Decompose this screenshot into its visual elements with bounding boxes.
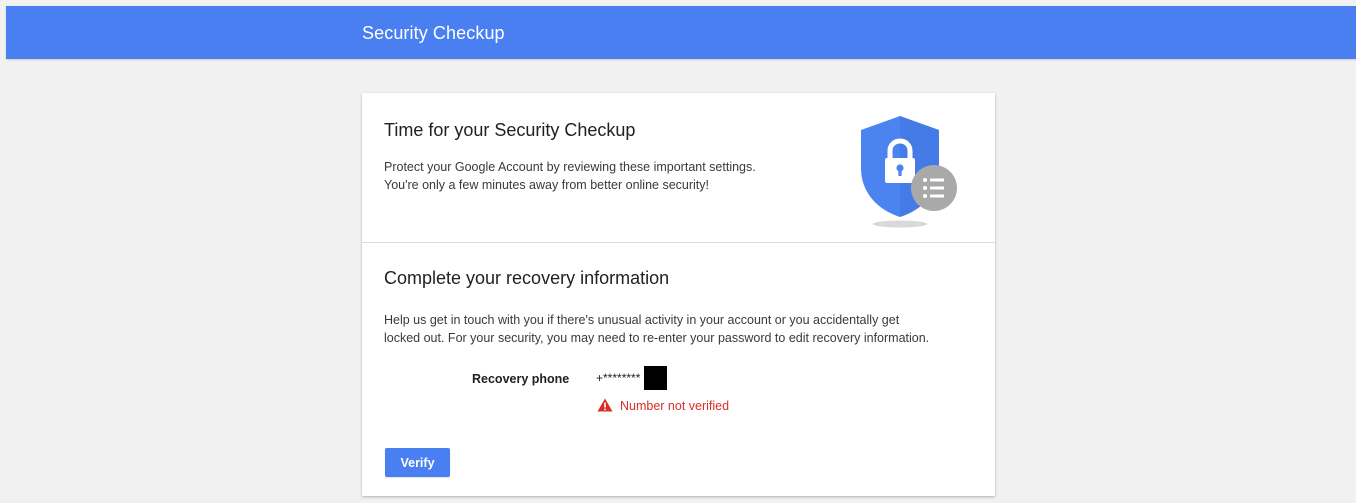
recovery-description-line: locked out. For your security, you may n… (384, 331, 930, 345)
redaction-block (644, 366, 667, 390)
recovery-phone-label: Recovery phone (472, 372, 570, 386)
checklist-bullet (923, 186, 927, 190)
checklist-bullet (923, 178, 927, 182)
intro-section: Time for your Security Checkup Protect y… (362, 93, 995, 243)
lock-keyhole-slot (898, 169, 902, 176)
app-title: Security Checkup (362, 23, 505, 43)
checklist-bullet (923, 194, 927, 198)
intro-description: Protect your Google Account by reviewing… (384, 158, 824, 194)
warning-triangle-icon (597, 398, 613, 412)
recovery-description: Help us get in touch with you if there's… (384, 311, 984, 347)
recovery-description-line: Help us get in touch with you if there's… (384, 313, 900, 327)
recovery-phone-value: +******** (596, 371, 641, 385)
checklist-line (930, 186, 944, 190)
checklist-line (930, 194, 944, 198)
intro-title: Time for your Security Checkup (384, 120, 636, 140)
warning-text: Number not verified (620, 399, 730, 413)
checklist-line (930, 178, 944, 182)
intro-description-line: Protect your Google Account by reviewing… (384, 160, 756, 174)
security-checkup-card: Time for your Security Checkup Protect y… (362, 93, 995, 496)
intro-description-line: You're only a few minutes away from bett… (384, 178, 709, 192)
verify-button[interactable]: Verify (385, 448, 450, 477)
shield-lock-checklist-icon (858, 113, 963, 231)
recovery-section: Complete your recovery information Help … (362, 244, 995, 496)
recovery-title: Complete your recovery information (384, 268, 670, 288)
shield-shadow (873, 220, 927, 228)
top-app-bar: Security Checkup (6, 6, 1356, 59)
